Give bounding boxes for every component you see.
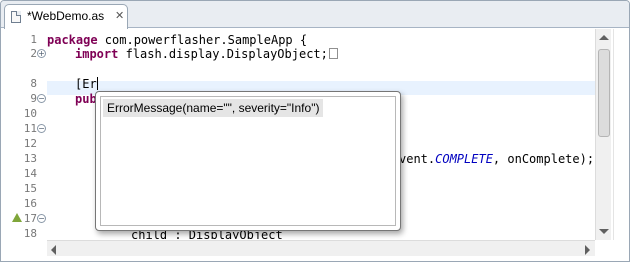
line-number: 17 bbox=[23, 212, 37, 225]
line-number: 11 bbox=[23, 122, 37, 135]
line-number: 13 bbox=[23, 152, 37, 165]
line-number-gutter: 1 2 + 8 9 − 10 11 − 12 13 14 15 16 17 − … bbox=[1, 29, 46, 261]
text-caret bbox=[96, 77, 98, 90]
keyword: pub bbox=[75, 92, 97, 106]
proposal-item-errormessage[interactable]: ErrorMessage(name="", severity="Info") bbox=[103, 99, 324, 117]
line-number: 8 bbox=[30, 77, 37, 90]
tab-title: *WebDemo.as bbox=[27, 9, 105, 23]
keyword: import bbox=[75, 47, 119, 61]
overview-ruler[interactable] bbox=[613, 29, 627, 240]
scroll-down-arrow-icon[interactable] bbox=[599, 229, 609, 234]
line-number: 12 bbox=[23, 137, 37, 150]
line-number: 18 bbox=[23, 227, 37, 240]
line-number: 15 bbox=[23, 182, 37, 195]
collapse-fold-icon[interactable]: − bbox=[37, 94, 46, 103]
code-line: package com.powerflasher.SampleApp { bbox=[47, 33, 307, 47]
collapse-fold-icon[interactable]: − bbox=[37, 214, 46, 223]
line-number: 9 bbox=[30, 92, 37, 105]
line-number: 2 bbox=[30, 47, 37, 60]
autocomplete-popup[interactable]: ErrorMessage(name="", severity="Info") bbox=[95, 91, 401, 231]
scroll-up-arrow-icon[interactable] bbox=[599, 35, 609, 40]
proposal-list[interactable]: ErrorMessage(name="", severity="Info") bbox=[100, 96, 396, 226]
editor-tab-bar: *WebDemo.as ✕ bbox=[1, 1, 629, 29]
line-number: 1 bbox=[30, 33, 37, 46]
code-text: , onComplete); bbox=[492, 152, 595, 166]
folded-code-icon[interactable] bbox=[328, 48, 338, 59]
code-line: [Er bbox=[75, 77, 98, 91]
constant: COMPLETE bbox=[435, 152, 493, 166]
code-line: import flash.display.DisplayObject; bbox=[75, 47, 338, 61]
code-text: flash.display.DisplayObject; bbox=[118, 47, 328, 61]
line-number: 14 bbox=[23, 167, 37, 180]
tab-webdemo[interactable]: *WebDemo.as ✕ bbox=[4, 4, 128, 29]
code-text: [Er bbox=[75, 77, 97, 91]
line-number: 10 bbox=[23, 107, 37, 120]
collapse-fold-icon[interactable]: − bbox=[37, 124, 46, 133]
vertical-scroll-thumb[interactable] bbox=[598, 49, 610, 137]
code-text: vent. bbox=[399, 152, 436, 166]
keyword: package bbox=[47, 33, 98, 47]
close-icon[interactable]: ✕ bbox=[115, 9, 124, 22]
vertical-scrollbar[interactable] bbox=[595, 29, 611, 240]
code-line: pub bbox=[75, 92, 97, 106]
horizontal-scrollbar[interactable] bbox=[47, 240, 595, 256]
code-text: com.powerflasher.SampleApp { bbox=[97, 33, 308, 47]
code-line: vent.COMPLETE, onComplete); bbox=[399, 152, 594, 166]
editor-window: *WebDemo.as ✕ 1 2 + 8 9 − 10 11 − 12 13 … bbox=[0, 0, 630, 262]
actionscript-file-icon bbox=[11, 11, 21, 23]
scroll-right-arrow-icon[interactable] bbox=[585, 245, 590, 255]
expand-fold-icon[interactable]: + bbox=[37, 49, 46, 58]
line-number: 16 bbox=[23, 197, 37, 210]
scroll-left-arrow-icon[interactable] bbox=[51, 245, 56, 255]
